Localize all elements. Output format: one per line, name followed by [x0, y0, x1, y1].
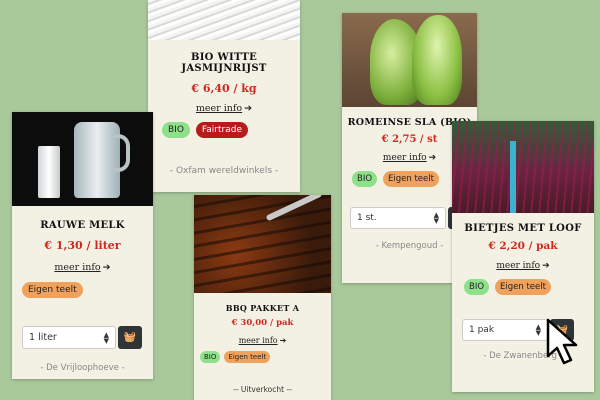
seller-name: - Oxfam wereldwinkels -	[169, 166, 279, 176]
tag-bio: BIO	[200, 351, 221, 363]
product-card-bbq: BBQ PAKKET A € 30,00 / pak meer info ➔ BI…	[194, 195, 331, 400]
tag-bio: BIO	[352, 171, 378, 187]
arrow-right-icon: ➔	[102, 262, 111, 273]
more-info-link[interactable]: meer info ➔	[496, 261, 549, 271]
more-info-link[interactable]: meer info ➔	[54, 262, 110, 273]
arrow-right-icon: ➔	[279, 336, 287, 345]
product-card-rice: BIO WITTE JASMIJNRIJST € 6,40 / kg meer …	[148, 0, 300, 192]
product-photo-milk	[12, 112, 153, 206]
updown-icon: ▲ ▼	[103, 330, 109, 345]
seller-name: - De Vrijloophoeve -	[40, 363, 125, 373]
quantity-value: 1 liter	[29, 332, 57, 343]
product-photo-lettuce	[342, 13, 477, 107]
quantity-select[interactable]: 1 pak ▲ ▼	[462, 319, 548, 341]
tag-eigen-teelt: Eigen teelt	[495, 279, 551, 295]
product-title: BBQ PAKKET A	[225, 303, 300, 313]
quantity-select[interactable]: 1 liter ▲ ▼	[22, 326, 116, 349]
more-info-link[interactable]: meer info ➔	[239, 336, 287, 345]
product-price: € 2,20 / pak	[488, 240, 558, 252]
quantity-select[interactable]: 1 st. ▲ ▼	[350, 207, 446, 229]
add-to-cart-button[interactable]: 🧺	[118, 326, 142, 349]
product-title: BIETJES MET LOOF	[464, 223, 582, 234]
sold-out-label: -- Uitverkocht --	[233, 385, 292, 394]
tag-eigen-teelt: Eigen teelt	[22, 282, 83, 298]
updown-icon: ▲ ▼	[535, 323, 541, 337]
tag-fairtrade: Fairtrade	[195, 122, 248, 138]
tag-eigen-teelt: Eigen teelt	[224, 351, 271, 363]
tag-eigen-teelt: Eigen teelt	[383, 171, 439, 187]
mouse-cursor-icon	[546, 318, 578, 365]
updown-icon: ▲ ▼	[433, 211, 439, 225]
product-price: € 1,30 / liter	[44, 239, 121, 252]
quantity-value: 1 st.	[357, 213, 377, 223]
quantity-value: 1 pak	[469, 325, 495, 335]
product-photo-bbq	[194, 195, 331, 293]
arrow-right-icon: ➔	[244, 103, 253, 114]
tag-bio: BIO	[464, 279, 490, 295]
basket-icon: 🧺	[123, 332, 137, 343]
product-title: BIO WITTE JASMIJNRIJST	[181, 52, 267, 74]
more-info-link[interactable]: meer info ➔	[196, 103, 252, 114]
product-photo-rice	[148, 0, 300, 40]
product-title: RAUWE MELK	[40, 220, 125, 231]
tag-bio: BIO	[162, 122, 190, 138]
product-photo-beets	[452, 121, 594, 213]
more-info-link[interactable]: meer info ➔	[383, 153, 436, 163]
arrow-right-icon: ➔	[428, 153, 437, 163]
product-price: € 30,00 / pak	[231, 318, 294, 328]
product-price: € 6,40 / kg	[191, 82, 257, 95]
product-card-milk: RAUWE MELK € 1,30 / liter meer info ➔ Eig…	[12, 112, 153, 379]
arrow-right-icon: ➔	[542, 261, 550, 271]
